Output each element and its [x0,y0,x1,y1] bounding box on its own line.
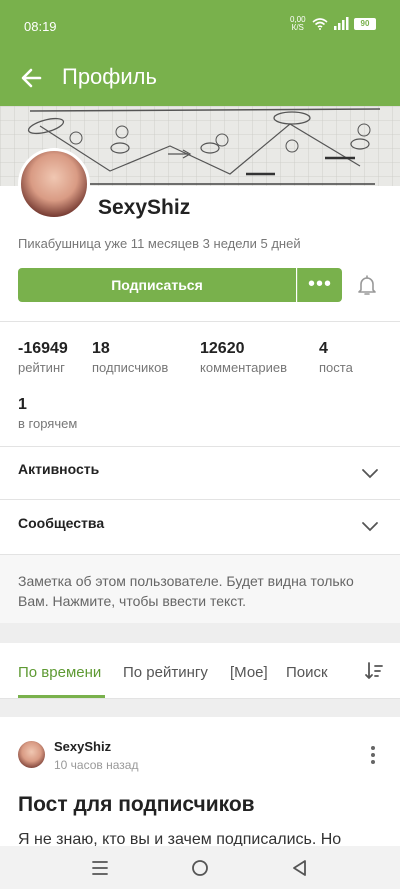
status-time: 08:19 [24,19,57,34]
net-speed-unit: К/S [291,23,304,32]
section-gap [0,699,400,717]
signal-icon [334,17,349,30]
system-nav-bar [0,846,400,889]
back-arrow-icon[interactable] [18,64,46,92]
app-bar: Профиль [0,52,400,106]
status-bar: 08:19 0,00 К/S 90 [0,0,400,52]
home-icon[interactable] [189,857,211,879]
divider [0,499,400,500]
page-title: Профиль [62,64,157,89]
stat-value: -16949 [18,340,68,357]
stat-value: 4 [319,340,328,357]
communities-section-toggle[interactable]: Сообщества [18,515,104,531]
author-avatar[interactable] [18,741,45,768]
battery-icon: 90 [354,18,376,30]
net-speed: 0,00 К/S [290,16,306,32]
stat-comments: 12620 комментариев [200,340,287,375]
stat-label: поста [319,360,353,375]
tab-by-rating[interactable]: По рейтингу [123,664,208,681]
more-options-button[interactable]: ••• [297,268,342,302]
tab-mine[interactable]: [Мое] [230,664,268,681]
stat-value: 1 [18,396,27,413]
tab-by-time[interactable]: По времени [18,664,101,681]
activity-section-toggle[interactable]: Активность [18,461,99,477]
stat-label: комментариев [200,360,288,375]
member-since: Пикабушница уже 11 месяцев 3 недели 5 дн… [18,236,301,251]
post-card[interactable]: SexyShiz 10 часов назад Пост для подписч… [0,717,400,848]
user-note-field[interactable]: Заметка об этом пользователе. Будет видн… [0,555,400,623]
back-triangle-icon[interactable] [289,857,311,879]
post-time: 10 часов назад [54,758,139,772]
profile-username: SexyShiz [98,196,191,219]
section-gap [0,623,400,643]
bell-icon[interactable] [356,274,378,296]
stat-value: 12620 [200,340,245,357]
chevron-down-icon[interactable] [361,521,379,533]
divider [0,446,400,447]
chevron-down-icon[interactable] [361,468,379,480]
post-author[interactable]: SexyShiz [54,739,111,754]
stat-posts: 4 поста [319,340,353,375]
post-sort-tabs: По времени По рейтингу [Мое] Поиск [0,643,400,699]
menu-icon[interactable] [89,857,111,879]
divider [0,321,400,322]
stat-rating: -16949 рейтинг [18,340,68,375]
stat-label: подписчиков [92,360,169,375]
stat-subscribers: 18 подписчиков [92,340,168,375]
profile-avatar[interactable] [18,148,90,220]
profile-content[interactable]: SexyShiz Пикабушница уже 11 месяцев 3 не… [0,106,400,848]
sort-icon[interactable] [364,661,384,681]
post-title[interactable]: Пост для подписчиков [18,793,255,817]
wifi-icon [312,18,328,30]
tab-search[interactable]: Поиск [286,664,328,681]
stat-label: в горячем [18,416,78,431]
stat-value: 18 [92,340,110,357]
active-tab-indicator [18,695,105,698]
stat-label: рейтинг [18,360,65,375]
kebab-menu-icon[interactable] [370,745,376,765]
subscribe-button[interactable]: Подписаться [18,268,296,302]
stat-hot: 1 в горячем [18,396,77,431]
